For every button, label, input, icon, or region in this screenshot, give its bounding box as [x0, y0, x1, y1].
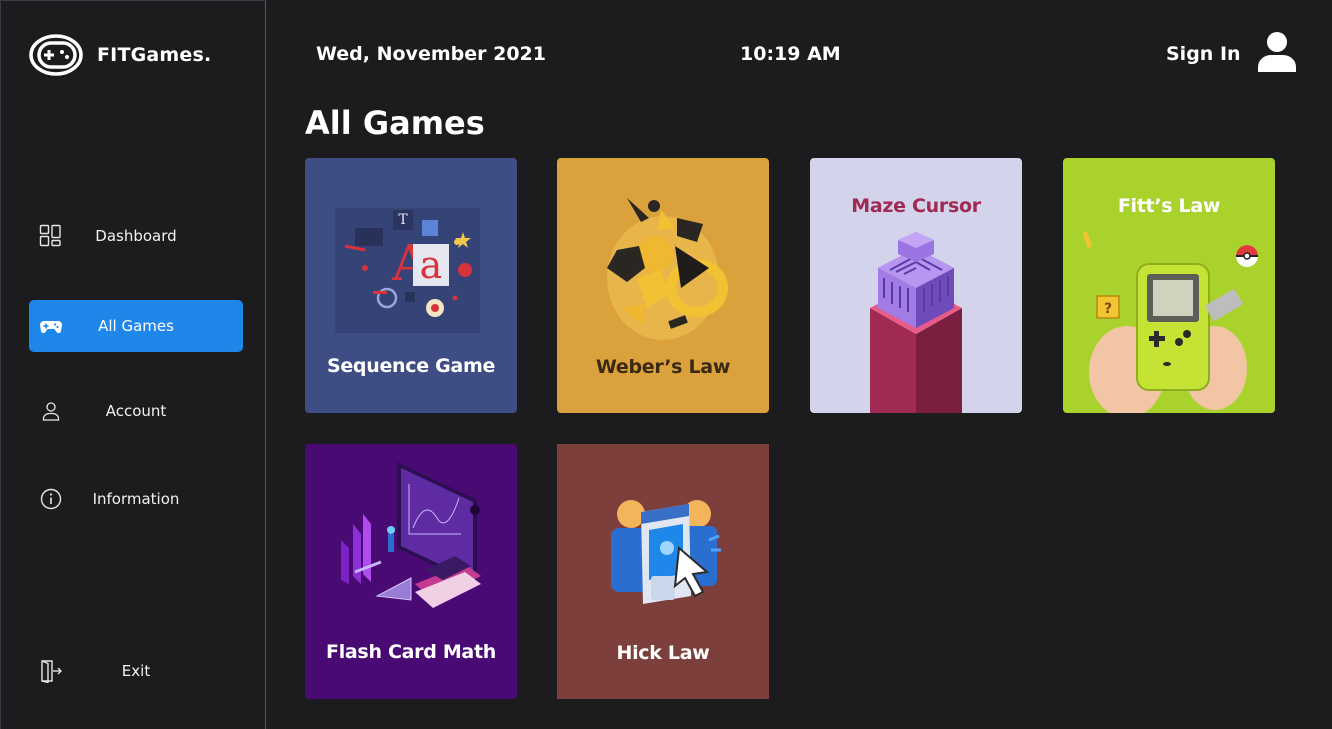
sidebar-item-label: Information: [92, 490, 180, 508]
user-avatar-icon[interactable]: [1256, 30, 1298, 74]
current-time: 10:19 AM: [740, 43, 841, 65]
game-card-sequence-game[interactable]: T A a Sequence Game: [305, 158, 517, 413]
sidebar-item-label: All Games: [98, 317, 174, 335]
game-card-flash-card-math[interactable]: Flash Card Math: [305, 444, 517, 699]
game-card-webers-law[interactable]: Weber’s Law: [557, 158, 769, 413]
svg-text:a: a: [420, 243, 443, 287]
sign-in-button[interactable]: Sign In: [1166, 43, 1241, 65]
brand-name: FITGames.: [97, 44, 212, 66]
sidebar-item-label: Exit: [121, 662, 151, 680]
game-card-title: Hick Law: [616, 642, 710, 664]
app-window: FITGames. Dashboard All Games Account In…: [0, 0, 1332, 729]
sidebar-item-label: Dashboard: [95, 227, 177, 245]
game-card-title: Sequence Game: [326, 355, 496, 377]
gamepad-logo-icon: [29, 34, 83, 76]
game-card-title: Flash Card Math: [326, 641, 496, 663]
game-card-hick-law[interactable]: Hick Law: [557, 444, 769, 699]
sidebar-item-exit[interactable]: Exit: [29, 645, 243, 697]
sidebar: FITGames. Dashboard All Games Account In…: [0, 0, 266, 729]
brand[interactable]: FITGames.: [29, 33, 211, 77]
game-card-title: Maze Cursor: [851, 195, 981, 217]
sidebar-item-account[interactable]: Account: [29, 385, 243, 437]
sidebar-item-information[interactable]: Information: [29, 473, 243, 525]
game-card-fitts-law[interactable]: ? Fitt’s Law: [1063, 158, 1275, 413]
svg-text:?: ?: [1104, 301, 1112, 317]
game-card-title: Weber’s Law: [595, 356, 731, 378]
sidebar-item-all-games[interactable]: All Games: [29, 300, 243, 352]
svg-text:T: T: [398, 212, 408, 228]
game-card-maze-cursor[interactable]: Maze Cursor: [810, 158, 1022, 413]
current-date: Wed, November 2021: [316, 43, 546, 65]
sidebar-item-dashboard[interactable]: Dashboard: [29, 210, 243, 262]
game-card-title: Fitt’s Law: [1117, 195, 1221, 217]
page-title: All Games: [305, 104, 485, 142]
sidebar-item-label: Account: [105, 402, 167, 420]
